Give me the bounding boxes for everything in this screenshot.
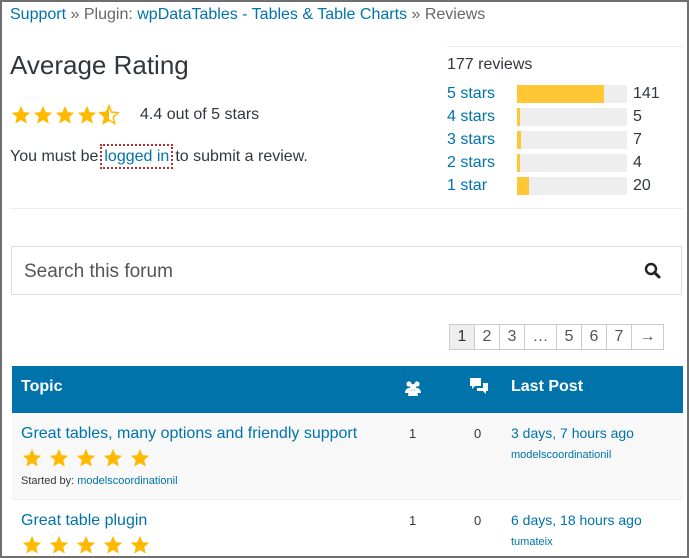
posts-icon xyxy=(470,378,488,394)
page-button[interactable]: 2 xyxy=(474,324,500,350)
started-by-label: Started by: xyxy=(21,475,75,487)
page-button[interactable]: 7 xyxy=(606,324,632,350)
rating-bar-fill xyxy=(517,176,530,195)
rating-bar-fill xyxy=(517,130,522,149)
author-link[interactable]: modelscoordinationil xyxy=(77,475,177,487)
last-post-time-link[interactable]: 3 days, 7 hours ago xyxy=(511,425,634,441)
posts-count: 0 xyxy=(474,426,482,441)
rating-count: 7 xyxy=(633,130,642,148)
topic-title-link[interactable]: Great table plugin xyxy=(21,512,147,530)
rating-bar-fill xyxy=(517,84,605,103)
star-full-icon xyxy=(76,448,96,467)
rating-breakdown-row: 4 stars 5 xyxy=(447,105,683,128)
star-half-icon xyxy=(98,104,120,126)
posts-count: 0 xyxy=(474,513,482,528)
rating-breakdown-row: 5 stars 141 xyxy=(447,82,683,105)
voices-icon xyxy=(405,381,421,396)
table-row: Great tables, many options and friendly … xyxy=(12,413,683,500)
divider xyxy=(447,46,684,47)
rating-breakdown-row: 2 stars 4 xyxy=(447,151,683,174)
breadcrumb-current: Reviews xyxy=(424,6,486,23)
rating-filter-link[interactable]: 3 stars xyxy=(447,131,517,149)
rating-count: 20 xyxy=(633,176,651,194)
column-header-topic: Topic xyxy=(21,378,63,395)
rating-bar-track xyxy=(517,130,627,149)
login-suffix: to submit a review. xyxy=(175,148,308,165)
page-button[interactable]: 1 xyxy=(449,324,475,350)
rating-count: 4 xyxy=(633,153,642,171)
star-full-icon xyxy=(33,105,53,124)
rating-filter-link[interactable]: 2 stars xyxy=(447,154,517,172)
rating-bar-track xyxy=(517,176,627,195)
breadcrumb-support-link[interactable]: Support xyxy=(10,6,66,23)
topic-rating-stars xyxy=(21,447,156,469)
rating-filter-link[interactable]: 4 stars xyxy=(447,108,517,126)
breadcrumb-separator: » xyxy=(411,6,421,23)
star-full-icon xyxy=(103,448,123,467)
rating-bar-fill xyxy=(517,107,521,126)
topic-title-link[interactable]: Great tables, many options and friendly … xyxy=(21,425,357,443)
voices-count: 1 xyxy=(409,426,417,441)
star-full-icon xyxy=(76,535,96,554)
reviews-count: 177 reviews xyxy=(447,56,533,73)
rating-count: 5 xyxy=(633,107,642,125)
star-full-icon xyxy=(103,535,123,554)
page-button[interactable]: 6 xyxy=(581,324,607,350)
rating-count: 141 xyxy=(633,84,660,102)
breadcrumb-plugin-link[interactable]: wpDataTables - Tables & Table Charts xyxy=(137,6,407,23)
pagination-ellipsis: … xyxy=(524,324,557,350)
search-icon[interactable] xyxy=(643,261,663,281)
last-post-author-link[interactable]: tumateix xyxy=(511,536,553,548)
rating-bar-track xyxy=(517,84,627,103)
rating-breakdown-row: 3 stars 7 xyxy=(447,128,683,151)
star-full-icon xyxy=(55,105,75,124)
page-button[interactable]: 5 xyxy=(556,324,582,350)
star-full-icon xyxy=(11,105,31,124)
star-full-icon xyxy=(130,535,150,554)
topics-table: Topic Last Post Great tables, many optio… xyxy=(12,366,683,556)
page-button[interactable]: 3 xyxy=(499,324,525,350)
voices-count: 1 xyxy=(409,513,417,528)
star-full-icon xyxy=(22,448,42,467)
login-link[interactable]: logged in xyxy=(100,144,174,169)
rating-bar-fill xyxy=(517,153,520,172)
average-rating-title: Average Rating xyxy=(10,50,189,80)
rating-breakdown: 5 stars 141 4 stars 5 3 stars 7 2 stars 4 1 star… xyxy=(447,82,683,197)
star-full-icon xyxy=(49,448,69,467)
average-rating-text: 4.4 out of 5 stars xyxy=(140,106,260,123)
breadcrumb-separator: » xyxy=(70,6,80,23)
rating-filter-link[interactable]: 1 star xyxy=(447,177,517,195)
search-form xyxy=(11,246,682,295)
table-row: Great table plugin 1 0 6 days, 18 hours … xyxy=(12,500,683,556)
search-input[interactable] xyxy=(22,257,586,287)
breadcrumb: Support » Plugin: wpDataTables - Tables … xyxy=(10,6,485,24)
topic-rating-stars xyxy=(21,534,156,556)
star-full-icon xyxy=(130,448,150,467)
login-notice: You must be logged in to submit a review. xyxy=(10,144,308,169)
rating-filter-link[interactable]: 5 stars xyxy=(447,85,517,103)
page-frame: Support » Plugin: wpDataTables - Tables … xyxy=(0,0,689,558)
login-prefix: You must be xyxy=(10,148,99,165)
rating-bar-track xyxy=(517,153,627,172)
pagination: 1 2 3… 5 6 7 → xyxy=(449,324,664,350)
rating-breakdown-row: 1 star 20 xyxy=(447,174,683,197)
table-header: Topic Last Post xyxy=(12,366,683,413)
next-page-button[interactable]: → xyxy=(631,324,664,350)
column-header-last-post: Last Post xyxy=(511,378,584,395)
last-post-author-link[interactable]: modelscoordinationil xyxy=(511,449,611,461)
star-full-icon xyxy=(22,535,42,554)
last-post-time-link[interactable]: 6 days, 18 hours ago xyxy=(511,512,642,528)
divider xyxy=(10,208,683,209)
topic-started-by: Started by: modelscoordinationil xyxy=(21,475,178,487)
rating-bar-track xyxy=(517,107,627,126)
average-rating-stars: 4.4 out of 5 stars xyxy=(10,104,259,126)
breadcrumb-plugin-prefix: Plugin: xyxy=(83,6,133,23)
star-full-icon xyxy=(77,105,97,124)
star-full-icon xyxy=(49,535,69,554)
